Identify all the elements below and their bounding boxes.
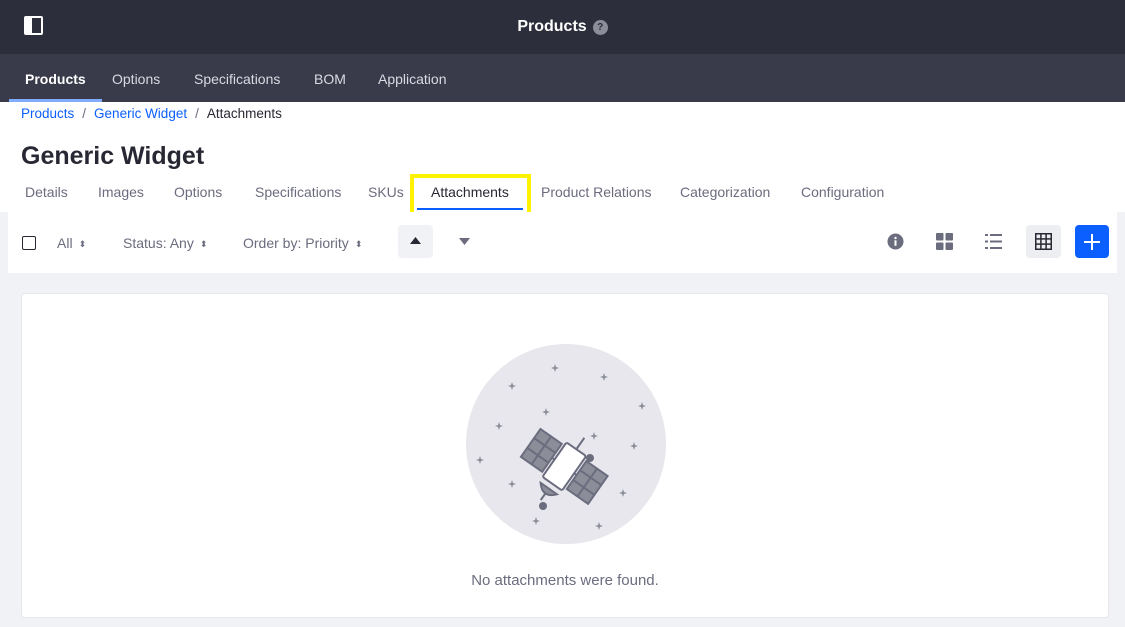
breadcrumb-separator: / xyxy=(82,106,87,121)
cards-view-button[interactable] xyxy=(927,225,962,258)
plus-icon xyxy=(1084,234,1100,250)
list-view-icon xyxy=(985,234,1002,249)
filter-all-label: All xyxy=(57,235,73,251)
cards-view-icon xyxy=(936,233,953,250)
management-toolbar: All ⬍ Status: Any ⬍ Order by: Priority ⬍ xyxy=(8,212,1117,273)
tab-attachments[interactable]: Attachments xyxy=(417,183,523,210)
sort-descending-button[interactable] xyxy=(447,225,482,258)
breadcrumb-link-products[interactable]: Products xyxy=(21,106,74,121)
page-header: Products / Generic Widget / Attachments Gene… xyxy=(0,102,1125,212)
caret-up-down-icon: ⬍ xyxy=(354,239,363,250)
main-nav: Products Options Specifications BOM Appl… xyxy=(0,54,1125,102)
nav-item-application[interactable]: Application xyxy=(378,54,447,102)
add-attachment-button[interactable] xyxy=(1075,225,1109,258)
caret-up-down-icon: ⬍ xyxy=(78,239,87,250)
order-by-label: Order by: Priority xyxy=(243,235,349,251)
list-view-button[interactable] xyxy=(976,225,1011,258)
tab-product-relations[interactable]: Product Relations xyxy=(541,183,652,201)
table-view-icon xyxy=(1035,233,1052,250)
tab-skus[interactable]: SKUs xyxy=(368,183,404,201)
satellite-illustration xyxy=(466,344,666,544)
nav-item-options[interactable]: Options xyxy=(112,54,160,102)
page-title: Generic Widget xyxy=(21,142,205,170)
breadcrumb-current: Attachments xyxy=(206,106,282,121)
app-title-text: Products xyxy=(517,18,587,35)
empty-state-message: No attachments were found. xyxy=(471,572,659,589)
app-title: Products? xyxy=(0,16,1125,38)
question-circle-icon[interactable]: ? xyxy=(592,19,608,35)
caret-bottom-icon xyxy=(459,238,470,245)
order-by-dropdown[interactable]: Order by: Priority ⬍ xyxy=(243,235,362,252)
info-button[interactable] xyxy=(878,225,913,258)
status-filter-dropdown[interactable]: Status: Any ⬍ xyxy=(123,235,207,252)
info-circle-icon xyxy=(887,233,904,250)
filter-all-dropdown[interactable]: All ⬍ xyxy=(57,235,86,252)
tab-specifications[interactable]: Specifications xyxy=(255,183,341,201)
top-bar: Products? xyxy=(0,0,1125,54)
nav-item-specifications[interactable]: Specifications xyxy=(194,54,280,102)
select-all-checkbox[interactable] xyxy=(22,236,36,250)
caret-top-icon xyxy=(410,237,421,244)
nav-item-products[interactable]: Products xyxy=(9,54,102,102)
tab-configuration[interactable]: Configuration xyxy=(801,183,884,201)
tab-images[interactable]: Images xyxy=(98,183,144,201)
tab-options[interactable]: Options xyxy=(174,183,222,201)
tab-details[interactable]: Details xyxy=(25,183,68,201)
nav-item-bom[interactable]: BOM xyxy=(314,54,346,102)
table-view-button[interactable] xyxy=(1026,225,1061,258)
status-filter-label: Status: Any xyxy=(123,235,194,251)
sort-ascending-button[interactable] xyxy=(398,225,433,258)
breadcrumb: Products / Generic Widget / Attachments xyxy=(21,106,282,122)
tab-categorization[interactable]: Categorization xyxy=(680,183,770,201)
empty-state-card: No attachments were found. xyxy=(21,293,1109,618)
breadcrumb-separator: / xyxy=(195,106,199,121)
breadcrumb-link-generic-widget[interactable]: Generic Widget xyxy=(94,106,187,121)
caret-up-down-icon: ⬍ xyxy=(199,239,208,250)
